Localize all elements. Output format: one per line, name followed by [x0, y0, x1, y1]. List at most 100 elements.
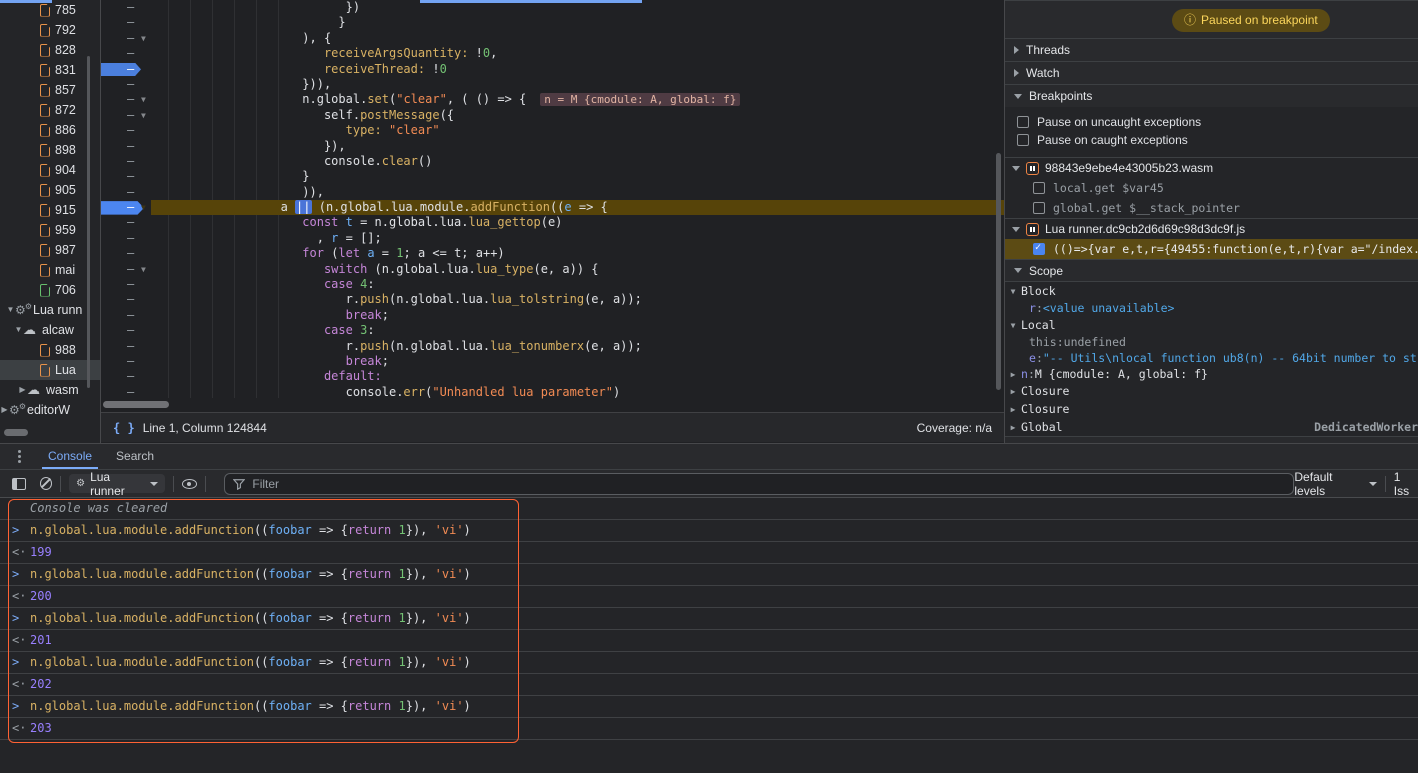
code-line[interactable]: – r.push(n.global.lua.lua_tolstring(e, a… — [101, 292, 1004, 307]
console-message-result[interactable]: <·199 — [0, 542, 1418, 564]
sidebar-item-792[interactable]: 792 — [0, 20, 100, 40]
editor-horizontal-scrollbar[interactable] — [103, 401, 169, 408]
code-line[interactable]: – }), — [101, 139, 1004, 154]
chevron-down-icon[interactable]: ▼ — [1005, 287, 1021, 296]
console-sidebar-toggle-icon[interactable] — [12, 478, 26, 490]
chevron-down-icon[interactable]: ▼ — [1005, 321, 1021, 330]
code-line[interactable]: – for (let a = 1; a <= t; a++) — [101, 246, 1004, 261]
sidebar-item-lua-runn[interactable]: ▼⚙Lua runn — [0, 300, 100, 320]
code-line[interactable]: – type: "clear" — [101, 123, 1004, 138]
console-message-result[interactable]: <·200 — [0, 586, 1418, 608]
sidebar-item-904[interactable]: 904 — [0, 160, 100, 180]
chevron-right-icon[interactable]: ▶ — [1005, 387, 1021, 396]
sidebar-item-828[interactable]: 828 — [0, 40, 100, 60]
console-filter-input[interactable]: Filter — [224, 473, 1294, 495]
code-line[interactable]: –▼ self.postMessage({ — [101, 108, 1004, 123]
scope-section-block[interactable]: ▼Block — [1005, 282, 1418, 300]
checkbox-unchecked[interactable] — [1033, 182, 1045, 194]
sidebar-item-lua[interactable]: Lua — [0, 360, 100, 380]
code-line[interactable]: – case 3: — [101, 323, 1004, 338]
scope-section-global[interactable]: ▶GlobalDedicatedWorker — [1005, 418, 1418, 436]
checkbox-unchecked[interactable] — [1033, 202, 1045, 214]
checkbox-checked[interactable] — [1033, 243, 1045, 255]
code-line[interactable]: – )), — [101, 185, 1004, 200]
scope-section-local[interactable]: ▼Local — [1005, 316, 1418, 334]
section-threads[interactable]: Threads — [1005, 38, 1418, 61]
code-line[interactable]: – })), — [101, 77, 1004, 92]
section-scope[interactable]: Scope — [1005, 259, 1418, 282]
checkbox-unchecked[interactable] — [1017, 134, 1029, 146]
chevron-down-icon[interactable]: ▼ — [14, 320, 23, 340]
chevron-right-icon[interactable]: ▶ — [0, 400, 9, 420]
code-line[interactable]: – console.err("Unhandled lua parameter") — [101, 385, 1004, 400]
sidebar-item-905[interactable]: 905 — [0, 180, 100, 200]
breakpoint-entry[interactable]: global.get $__stack_pointer — [1005, 198, 1418, 218]
sidebar-item-872[interactable]: 872 — [0, 100, 100, 120]
chevron-right-icon[interactable]: ▶ — [1005, 423, 1021, 432]
sidebar-item-959[interactable]: 959 — [0, 220, 100, 240]
sidebar-item-886[interactable]: 886 — [0, 120, 100, 140]
scope-variable-row[interactable]: ▶n: M {cmodule: A, global: f} — [1005, 366, 1418, 382]
sidebar-item-706[interactable]: 706 — [0, 280, 100, 300]
code-line[interactable]: –▼ ), { — [101, 31, 1004, 46]
sidebar-horizontal-scrollbar[interactable] — [4, 429, 28, 436]
issues-counter[interactable]: 1 Iss — [1394, 470, 1418, 498]
tab-search[interactable]: Search — [104, 444, 166, 469]
sidebar-item-915[interactable]: 915 — [0, 200, 100, 220]
sidebar-item-987[interactable]: 987 — [0, 240, 100, 260]
sidebar-item-wasm[interactable]: ▶☁wasm — [0, 380, 100, 400]
chevron-right-icon[interactable]: ▶ — [1005, 370, 1021, 379]
code-line[interactable]: – default: — [101, 369, 1004, 384]
breakpoint-file-group[interactable]: 98843e9ebe4e43005b23.wasm — [1005, 157, 1418, 178]
source-editor[interactable]: – })– }–▼ ), {– receiveArgsQuantity: !0,… — [101, 0, 1004, 412]
clear-console-icon[interactable] — [40, 477, 53, 490]
code-line[interactable]: – receiveArgsQuantity: !0, — [101, 46, 1004, 61]
sidebar-item-785[interactable]: 785 — [0, 0, 100, 20]
execution-pointer-marker[interactable]: – — [101, 201, 144, 215]
console-message-input[interactable]: >n.global.lua.module.addFunction((foobar… — [0, 520, 1418, 542]
console-message-result[interactable]: <·202 — [0, 674, 1418, 696]
section-breakpoints[interactable]: Breakpoints — [1005, 84, 1418, 107]
breakpoint-entry[interactable]: local.get $var45 — [1005, 178, 1418, 198]
chevron-down-icon[interactable]: ▼ — [6, 300, 15, 320]
execution-context-dropdown[interactable]: ⚙ Lua runner — [69, 474, 165, 493]
sidebar-item-857[interactable]: 857 — [0, 80, 100, 100]
kebab-menu-icon[interactable] — [12, 450, 26, 463]
pause-uncaught-row[interactable]: Pause on uncaught exceptions — [1005, 113, 1418, 131]
code-line[interactable]: – , r = []; — [101, 231, 1004, 246]
code-line[interactable]: – case 4: — [101, 277, 1004, 292]
scope-variable-row[interactable]: r: <value unavailable> — [1005, 300, 1418, 316]
fold-arrow-icon[interactable]: ▼ — [141, 200, 146, 215]
code-line[interactable]: – } — [101, 15, 1004, 30]
code-line[interactable]: –▼ switch (n.global.lua.lua_type(e, a)) … — [101, 262, 1004, 277]
console-message-input[interactable]: >n.global.lua.module.addFunction((foobar… — [0, 652, 1418, 674]
console-message-result[interactable]: <·201 — [0, 630, 1418, 652]
checkbox-unchecked[interactable] — [1017, 116, 1029, 128]
section-watch[interactable]: Watch — [1005, 61, 1418, 84]
scope-variable-row[interactable]: this: undefined — [1005, 334, 1418, 350]
code-line[interactable]: – const t = n.global.lua.lua_gettop(e) — [101, 215, 1004, 230]
sidebar-item-831[interactable]: 831 — [0, 60, 100, 80]
code-line[interactable]: – receiveThread: !0 — [101, 62, 1004, 77]
sidebar-item-988[interactable]: 988 — [0, 340, 100, 360]
code-line[interactable]: – break; — [101, 308, 1004, 323]
code-line[interactable]: –▼ a || (n.global.lua.module.addFunction… — [101, 200, 1004, 215]
sidebar-vertical-scrollbar[interactable] — [87, 56, 90, 388]
scope-section-closure[interactable]: ▶Closure — [1005, 400, 1418, 418]
pretty-print-icon[interactable]: { } — [113, 421, 135, 435]
console-message-system[interactable]: Console was cleared — [0, 498, 1418, 520]
console-message-input[interactable]: >n.global.lua.module.addFunction((foobar… — [0, 608, 1418, 630]
console-message-input[interactable]: >n.global.lua.module.addFunction((foobar… — [0, 564, 1418, 586]
breakpoint-file-group[interactable]: Lua runner.dc9cb2d6d69c98d3dc9f.js — [1005, 218, 1418, 239]
code-line[interactable]: – break; — [101, 354, 1004, 369]
sidebar-item-898[interactable]: 898 — [0, 140, 100, 160]
code-line[interactable]: –▼ n.global.set("clear", ( () => {n = M … — [101, 92, 1004, 107]
console-message-result[interactable]: <·203 — [0, 718, 1418, 740]
sidebar-item-editorw[interactable]: ▶⚙editorW — [0, 400, 100, 420]
tab-console[interactable]: Console — [36, 444, 104, 469]
breakpoint-marker[interactable]: – — [101, 63, 141, 77]
code-line[interactable]: – r.push(n.global.lua.lua_tonumberx(e, a… — [101, 339, 1004, 354]
code-line[interactable]: – console.clear() — [101, 154, 1004, 169]
section-call-stack[interactable]: Call Stack — [1005, 436, 1418, 443]
sidebar-item-mai[interactable]: mai — [0, 260, 100, 280]
